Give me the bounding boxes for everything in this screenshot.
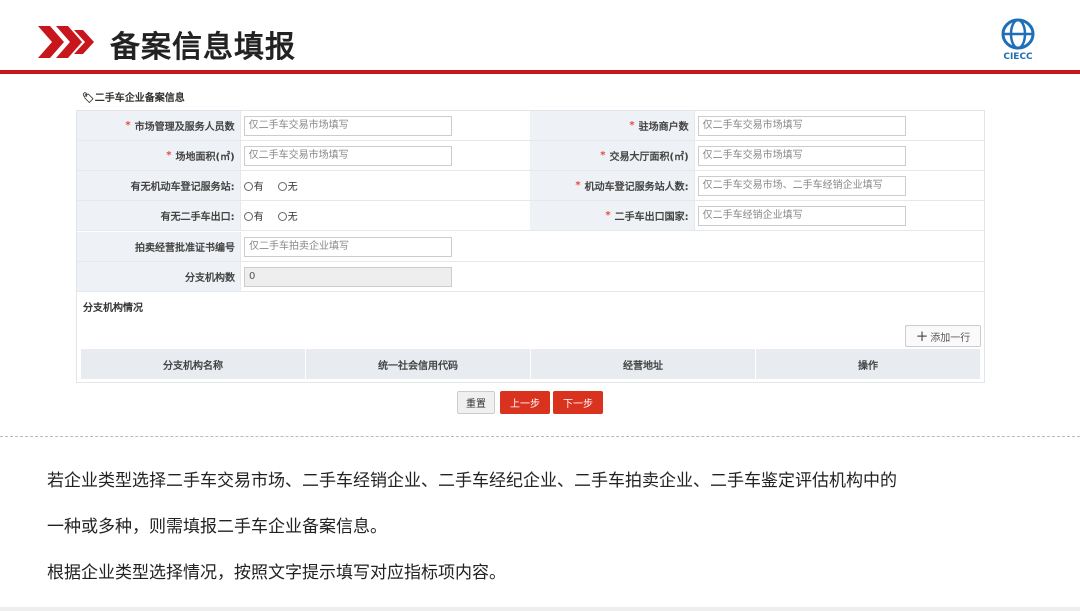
tag-icon: 🏷: [82, 93, 95, 104]
required-mark: *: [605, 210, 611, 221]
next-button[interactable]: 下一步: [553, 391, 603, 414]
radio-yes[interactable]: 有: [243, 178, 264, 193]
prev-button[interactable]: 上一步: [500, 391, 550, 414]
field-label: * 二手车出口国家:: [530, 201, 695, 230]
chevron-logo-icon: [38, 26, 94, 58]
required-mark: *: [166, 150, 172, 161]
field-label: 有无机动车登记服务站:: [77, 171, 241, 200]
text-input[interactable]: 仅二手车交易市场填写: [697, 145, 906, 166]
form-row: 有无机动车登记服务站: 有无 * 机动车登记服务站人数: 仅二手车交易市场、二手车经销企…: [77, 171, 984, 201]
required-mark: *: [125, 120, 131, 131]
note-line: 若企业类型选择二手车交易市场、二手车经销企业、二手车经纪企业、二手车拍卖企业、二…: [47, 471, 897, 491]
form-row: 拍卖经营批准证书编号 仅二手车拍卖企业填写: [77, 232, 984, 262]
branch-count-input: 0: [244, 266, 452, 287]
required-mark: *: [575, 180, 581, 191]
text-input[interactable]: 仅二手车拍卖企业填写: [244, 236, 452, 257]
form-row: * 场地面积(㎡) 仅二手车交易市场填写 * 交易大厅面积(㎡) 仅二手车交易市场填写: [77, 141, 984, 171]
plus-icon: +: [915, 327, 929, 345]
text-input[interactable]: 仅二手车交易市场填写: [243, 145, 452, 166]
branch-table-header: 分支机构名称 统一社会信用代码 经营地址 操作: [81, 349, 981, 379]
form-row: 分支机构数 0: [77, 262, 984, 292]
add-row-button[interactable]: + 添加一行: [905, 325, 981, 347]
field-label: * 场地面积(㎡): [77, 141, 241, 170]
globe-icon: [1001, 18, 1035, 50]
field-label: * 机动车登记服务站人数:: [530, 171, 695, 200]
note-line: 一种或多种，则需填报二手车企业备案信息。: [47, 517, 387, 537]
page-title: 备案信息填报: [110, 30, 296, 65]
column-header: 经营地址: [531, 349, 756, 379]
section-title: 🏷二手车企业备案信息: [82, 93, 185, 104]
ciecc-logo: CIECC: [996, 18, 1040, 62]
form-row: * 市场管理及服务人员数 仅二手车交易市场填写 * 驻场商户数 仅二手车交易市场填写: [77, 111, 984, 141]
radio-no[interactable]: 无: [277, 178, 298, 193]
field-label: * 市场管理及服务人员数: [77, 111, 241, 140]
branch-section-title: 分支机构情况: [83, 303, 143, 314]
radio-no[interactable]: 无: [277, 208, 298, 223]
text-input[interactable]: 仅二手车交易市场填写: [243, 115, 452, 136]
required-mark: *: [600, 150, 606, 161]
field-label: * 交易大厅面积(㎡): [530, 141, 695, 170]
column-header: 分支机构名称: [81, 349, 306, 379]
radio-yes[interactable]: 有: [243, 208, 264, 223]
field-label: 分支机构数: [77, 262, 241, 291]
bottom-bar: [0, 607, 1080, 611]
enterprise-form: 分支机构情况 + 添加一行 分支机构名称 统一社会信用代码 经营地址 操作 * 市场…: [76, 110, 985, 383]
reset-button[interactable]: 重置: [457, 391, 495, 414]
field-label: 拍卖经营批准证书编号: [77, 232, 241, 261]
column-header: 操作: [756, 349, 981, 379]
logo-text: CIECC: [1003, 52, 1033, 62]
column-header: 统一社会信用代码: [306, 349, 531, 379]
header-divider: [0, 70, 1080, 74]
field-label: * 驻场商户数: [530, 111, 695, 140]
header: 备案信息填报 CIECC: [0, 0, 1080, 72]
text-input[interactable]: 仅二手车交易市场填写: [697, 115, 906, 136]
form-row: 有无二手车出口: 有无 * 二手车出口国家: 仅二手车经销企业填写: [77, 201, 984, 231]
text-input[interactable]: 仅二手车交易市场、二手车经销企业填写: [697, 175, 906, 196]
required-mark: *: [629, 120, 635, 131]
text-input[interactable]: 仅二手车经销企业填写: [697, 205, 906, 226]
note-line: 根据企业类型选择情况，按照文字提示填写对应指标项内容。: [47, 563, 506, 583]
divider: [0, 436, 1080, 437]
field-label: 有无二手车出口:: [77, 201, 241, 230]
